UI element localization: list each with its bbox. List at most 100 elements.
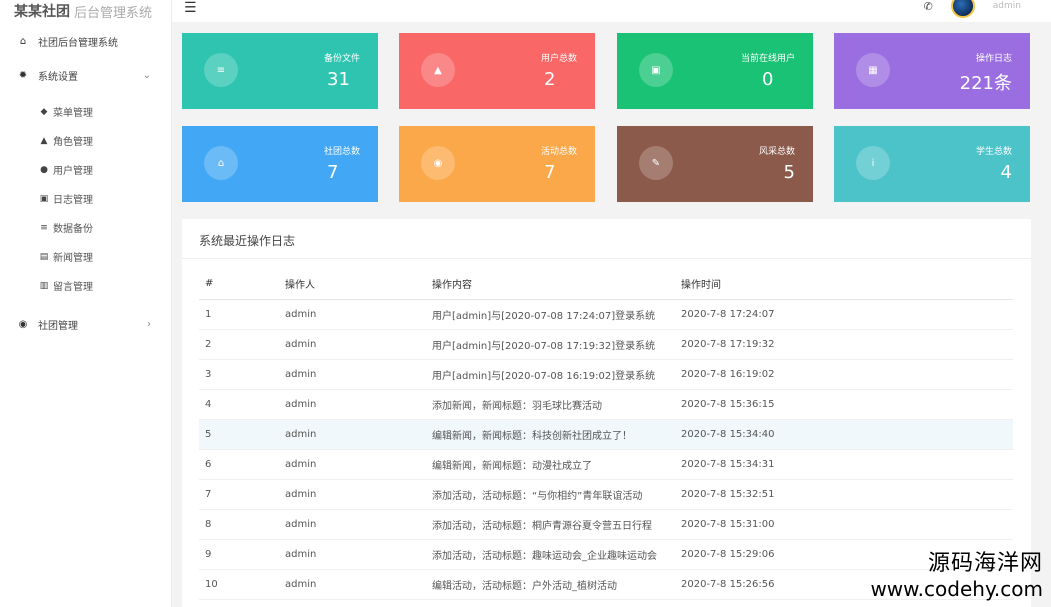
hamburger-menu-icon[interactable]: ☰ [184, 0, 197, 16]
stat-card-online[interactable]: ▣ 当前在线用户 0 [617, 33, 813, 109]
recent-log-panel: 系统最近操作日志 # 操作人 操作内容 操作时间 1 admin 用户[admin]… [182, 219, 1031, 607]
cell-content: 添加活动，活动标题：“与你相约”青年联谊活动 [432, 479, 681, 510]
cell-operator: admin [285, 389, 432, 420]
cell-no: 5 [199, 419, 285, 450]
table-row[interactable]: 8 admin 添加活动，活动标题：桐庐青源谷夏令营五日行程 2020-7-8 15:… [199, 509, 1013, 540]
cell-no: 9 [199, 539, 285, 570]
newspaper-icon: ▤ [39, 251, 49, 262]
club-icon: ◉ [18, 318, 28, 330]
cell-operator: admin [285, 569, 432, 600]
stat-card-backup[interactable]: ≡ 备份文件 31 [182, 33, 378, 109]
sidebar-subitem-news[interactable]: ▤ 新闻管理 [0, 242, 171, 271]
stat-label: 备份文件 [323, 54, 360, 64]
calendar-icon: ▣ [39, 193, 49, 204]
cell-content: 添加新闻，新闻标题：羽毛球比赛活动 [432, 389, 681, 420]
cell-operator: admin [285, 479, 432, 510]
watermark-line2: www.codehy.com [870, 577, 1043, 601]
table-row[interactable]: 4 admin 添加新闻，新闻标题：羽毛球比赛活动 2020-7-8 15:36:15 [199, 389, 1013, 420]
calendar-icon: ▦ [856, 53, 890, 87]
username[interactable]: admin [993, 1, 1021, 11]
cell-operator: admin [285, 509, 432, 540]
stat-label: 操作日志 [975, 54, 1012, 64]
cell-no: 4 [199, 389, 285, 420]
message-icon: ▥ [39, 280, 49, 291]
cell-time: 2020-7-8 17:24:07 [681, 299, 1013, 330]
sidebar-subitem-user[interactable]: ● 用户管理 [0, 155, 171, 184]
cell-content: 编辑新闻，新闻标题：科技创新社团成立了！ [432, 419, 681, 450]
cell-no: 2 [199, 329, 285, 360]
cell-no: 3 [199, 359, 285, 390]
sidebar-subitem-role[interactable]: ▲ 角色管理 [0, 126, 171, 155]
table-row[interactable]: 5 admin 编辑新闻，新闻标题：科技创新社团成立了！ 2020-7-8 15:34… [199, 419, 1013, 450]
stat-label: 用户总数 [540, 54, 577, 64]
cell-content: 用户[admin]与[2020-07-08 17:19:32]登录系统 [432, 329, 681, 360]
table-row[interactable]: 6 admin 编辑新闻，新闻标题：动漫社成立了 2020-7-8 15:34:31 [199, 449, 1013, 480]
database-icon: ≡ [204, 53, 238, 87]
panel-title: 系统最近操作日志 [199, 234, 296, 248]
home-icon: ⌂ [204, 146, 238, 180]
sidebar-subitem-label: 菜单管理 [53, 108, 93, 119]
divider [182, 258, 1031, 259]
cell-operator: admin [285, 329, 432, 360]
chevron-right-icon: › [147, 318, 151, 330]
stat-value: 5 [783, 162, 795, 183]
sidebar-subitem-label: 数据备份 [53, 224, 93, 235]
sidebar-subitem-menu[interactable]: ◆ 菜单管理 [0, 97, 171, 126]
column-header-operator: 操作人 [285, 269, 432, 300]
brand-subtitle: 后台管理系统 [74, 5, 153, 21]
sidebar: 某某社团 后台管理系统 ⌂ 社团后台管理系统 ✹ 系统设置 ⌄ ◆ 菜单管理 ▲… [0, 0, 172, 607]
stat-card-showcase[interactable]: ✎ 风采总数 5 [617, 126, 813, 202]
sidebar-subitem-label: 日志管理 [53, 195, 93, 206]
cell-time: 2020-7-8 15:31:00 [681, 509, 1013, 540]
notification-icon[interactable]: ✆ [924, 0, 933, 13]
table-row[interactable]: 7 admin 添加活动，活动标题：“与你相约”青年联谊活动 2020-7-8 15:… [199, 479, 1013, 510]
cell-time: 2020-7-8 17:19:32 [681, 329, 1013, 360]
stat-value: 2 [544, 69, 556, 90]
cell-time: 2020-7-8 16:19:02 [681, 359, 1013, 390]
cell-content: 用户[admin]与[2020-07-08 16:19:02]登录系统 [432, 359, 681, 390]
stat-card-activities[interactable]: ◉ 活动总数 7 [399, 126, 595, 202]
stat-card-logs[interactable]: ▦ 操作日志 221条 [834, 33, 1030, 109]
cell-no: 8 [199, 509, 285, 540]
sidebar-subitem-log[interactable]: ▣ 日志管理 [0, 184, 171, 213]
sidebar-subitem-backup[interactable]: ≡ 数据备份 [0, 213, 171, 242]
table-row[interactable]: 1 admin 用户[admin]与[2020-07-08 17:24:07]登录系… [199, 299, 1013, 330]
table-row[interactable]: 3 admin 用户[admin]与[2020-07-08 16:19:02]登录系… [199, 359, 1013, 390]
table-row[interactable]: 2 admin 用户[admin]与[2020-07-08 17:19:32]登录系… [199, 329, 1013, 360]
cell-no: 1 [199, 299, 285, 330]
gear-icon: ✹ [18, 69, 28, 81]
stat-card-students[interactable]: i 学生总数 4 [834, 126, 1030, 202]
cell-no: 10 [199, 569, 285, 600]
cell-operator: admin [285, 359, 432, 390]
cell-operator: admin [285, 299, 432, 330]
topbar: ☰ ✆ admin [172, 0, 1051, 22]
sidebar-item-club[interactable]: ◉ 社团管理 › [0, 309, 171, 339]
sidebar-subitem-message[interactable]: ▥ 留言管理 [0, 271, 171, 300]
sidebar-item-system-settings[interactable]: ✹ 系统设置 ⌄ [0, 60, 171, 90]
id-card-icon: ▣ [639, 53, 673, 87]
stat-label: 当前在线用户 [740, 54, 795, 64]
brand-name: 某某社团 [14, 4, 70, 20]
watermark: 源码海洋网 www.codehy.com [870, 551, 1043, 601]
stat-value: 31 [327, 69, 350, 90]
brand-logo: 某某社团 后台管理系统 [0, 0, 171, 22]
menu-icon: ◆ [40, 106, 48, 117]
sidebar-subitem-label: 新闻管理 [53, 253, 93, 264]
feather-icon: ✎ [639, 146, 673, 180]
stat-card-users[interactable]: ▲ 用户总数 2 [399, 33, 595, 109]
cell-content: 编辑新闻，新闻标题：动漫社成立了 [432, 449, 681, 480]
column-header-content: 操作内容 [432, 269, 681, 300]
stat-label: 风采总数 [758, 147, 795, 157]
cell-content: 编辑活动，活动标题：户外活动_植树活动 [432, 569, 681, 600]
column-header-no: # [199, 269, 285, 300]
avatar[interactable] [950, 0, 975, 18]
cell-no: 6 [199, 449, 285, 480]
user-icon: ▲ [421, 53, 455, 87]
stat-card-clubs[interactable]: ⌂ 社团总数 7 [182, 126, 378, 202]
users-icon: ● [40, 164, 48, 175]
stat-label: 学生总数 [975, 147, 1012, 157]
sidebar-item-home[interactable]: ⌂ 社团后台管理系统 [0, 26, 171, 56]
stat-value: 221条 [959, 73, 1012, 94]
database-icon: ≡ [40, 222, 48, 233]
stat-value: 7 [327, 162, 339, 183]
